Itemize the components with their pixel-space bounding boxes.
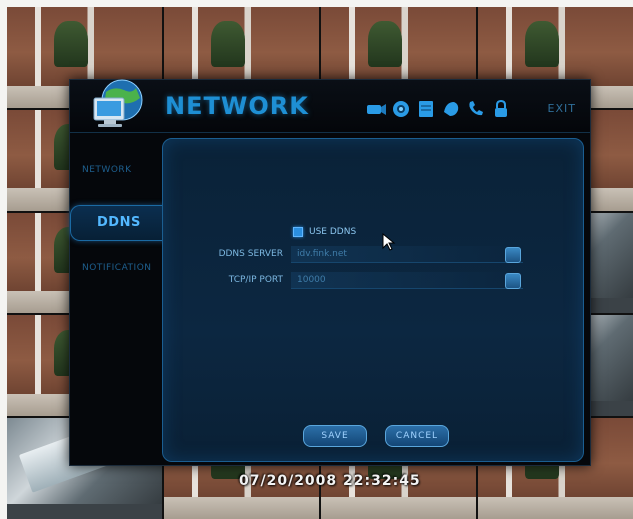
settings-icon-bar bbox=[365, 96, 512, 122]
sidebar-item-notification[interactable]: NOTIFICATION bbox=[70, 253, 162, 283]
tcpip-port-edit-button[interactable] bbox=[505, 273, 521, 289]
storage-icon[interactable] bbox=[415, 98, 437, 120]
ddns-settings-panel: USE DDNS DDNS SERVER idv.fink.net TCP/IP… bbox=[162, 138, 584, 462]
dvr-screen: NETWORK EXIT NETWORK DDNS NOTIFICATION U… bbox=[7, 7, 633, 519]
sidebar-item-network[interactable]: NETWORK bbox=[70, 155, 162, 185]
use-ddns-option[interactable]: USE DDNS bbox=[293, 227, 356, 237]
ddns-server-label: DDNS SERVER bbox=[218, 249, 283, 259]
lock-icon[interactable] bbox=[490, 98, 512, 120]
network-dialog: NETWORK EXIT NETWORK DDNS NOTIFICATION U… bbox=[69, 79, 591, 466]
ddns-server-field[interactable]: idv.fink.net bbox=[291, 245, 523, 263]
tcpip-port-row: TCP/IP PORT 10000 bbox=[183, 271, 523, 289]
use-ddns-label: USE DDNS bbox=[309, 227, 357, 237]
camera-icon[interactable] bbox=[365, 98, 387, 120]
save-button[interactable]: SAVE bbox=[303, 425, 367, 447]
dialog-buttons: SAVE CANCEL bbox=[303, 425, 449, 447]
sidebar-nav: NETWORK DDNS NOTIFICATION bbox=[70, 155, 179, 283]
network-icon[interactable] bbox=[465, 98, 487, 120]
tcpip-port-label: TCP/IP PORT bbox=[228, 275, 283, 285]
timestamp-overlay: 07/20/2008 22:32:45 bbox=[239, 473, 421, 489]
exit-button[interactable]: EXIT bbox=[548, 102, 576, 115]
cancel-button[interactable]: CANCEL bbox=[385, 425, 449, 447]
title-bar: NETWORK EXIT bbox=[70, 79, 590, 133]
tcpip-port-field[interactable]: 10000 bbox=[291, 271, 523, 289]
record-icon[interactable] bbox=[390, 98, 412, 120]
use-ddns-checkbox[interactable] bbox=[293, 227, 303, 237]
page-title: NETWORK bbox=[165, 92, 309, 120]
ddns-server-row: DDNS SERVER idv.fink.net bbox=[183, 245, 523, 263]
ddns-server-edit-button[interactable] bbox=[505, 247, 521, 263]
globe-computer-icon bbox=[93, 79, 143, 127]
mouse-cursor-icon bbox=[382, 233, 396, 251]
ptz-icon[interactable] bbox=[440, 98, 462, 120]
